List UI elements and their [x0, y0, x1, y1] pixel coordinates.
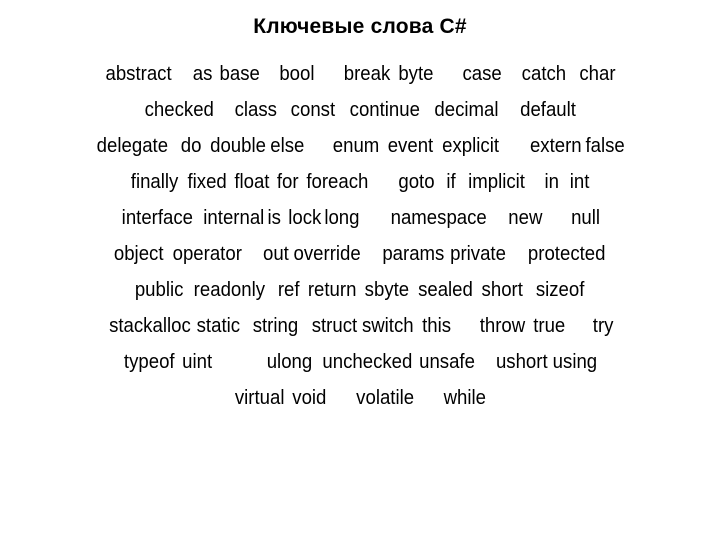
keyword-line-9: typeof uint ulong unchecked unsafe ushort usin…: [0, 344, 720, 380]
keyword-byte: byte: [398, 63, 434, 85]
keyword-line-1: abstract as base bool break byte case catch char: [0, 56, 720, 92]
keyword-break: break: [343, 63, 391, 85]
slide-canvas: Ключевые слова C# abstract as base bool brea…: [0, 0, 720, 540]
keyword-true: true: [532, 315, 565, 337]
keyword-static: static: [196, 315, 240, 337]
keyword-unsafe: unsafe: [419, 351, 475, 373]
keyword-in: in: [544, 171, 559, 193]
keyword-string: string: [252, 315, 299, 337]
keyword-struct: struct: [311, 315, 358, 337]
keyword-line-5: interface internal is lock long namespace new n…: [0, 200, 720, 236]
keyword-int: int: [570, 171, 590, 193]
keyword-delegate: delegate: [96, 135, 168, 157]
keyword-abstract: abstract: [105, 63, 173, 85]
keyword-float: float: [234, 171, 270, 193]
keyword-line-3: delegate do double else enum event explicit ext…: [0, 128, 720, 164]
keyword-ulong: ulong: [266, 351, 313, 373]
keyword-finally: finally: [131, 171, 179, 193]
keyword-void: void: [292, 387, 327, 409]
keyword-decimal: decimal: [434, 99, 499, 121]
keyword-for: for: [276, 171, 299, 193]
keyword-list: abstract as base bool break byte case catch char…: [0, 56, 720, 416]
page-title: Ключевые слова C#: [253, 15, 467, 38]
keyword-case: case: [462, 63, 502, 85]
keyword-override: override: [293, 243, 361, 265]
keyword-null: null: [571, 207, 601, 229]
keyword-namespace: namespace: [390, 207, 487, 229]
keyword-double: double: [209, 135, 266, 157]
keyword-line-10: virtual void volatile while: [0, 380, 720, 416]
keyword-interface: interface: [121, 207, 193, 229]
keyword-event: event: [388, 135, 434, 157]
keyword-checked: checked: [144, 99, 214, 121]
keyword-try: try: [592, 315, 614, 337]
keyword-operator: operator: [172, 243, 243, 265]
keyword-fixed: fixed: [187, 171, 227, 193]
keyword-internal: internal: [202, 207, 264, 229]
keyword-using: using: [552, 351, 597, 373]
keyword-explicit: explicit: [442, 135, 500, 157]
keyword-return: return: [307, 279, 357, 301]
keyword-bool: bool: [279, 63, 315, 85]
keyword-private: private: [449, 243, 506, 265]
keyword-volatile: volatile: [355, 387, 414, 409]
keyword-sizeof: sizeof: [536, 279, 585, 301]
keyword-switch: switch: [361, 315, 414, 337]
keyword-catch: catch: [521, 63, 567, 85]
keyword-continue: continue: [349, 99, 420, 121]
keyword-goto: goto: [398, 171, 435, 193]
keyword-extern: extern: [529, 135, 582, 157]
keyword-params: params: [382, 243, 445, 265]
keyword-readonly: readonly: [193, 279, 265, 301]
keyword-line-4: finally fixed float for foreach goto if implici…: [0, 164, 720, 200]
keyword-sealed: sealed: [417, 279, 473, 301]
keyword-const: const: [290, 99, 335, 121]
keyword-while: while: [443, 387, 486, 409]
keyword-do: do: [181, 135, 202, 157]
keyword-public: public: [135, 279, 184, 301]
keyword-char: char: [579, 63, 616, 85]
keyword-line-6: object operator out override params private pr…: [0, 236, 720, 272]
keyword-short: short: [481, 279, 523, 301]
keyword-enum: enum: [333, 135, 380, 157]
keyword-base: base: [219, 63, 260, 85]
keyword-ushort: ushort: [495, 351, 548, 373]
keyword-foreach: foreach: [306, 171, 369, 193]
keyword-typeof: typeof: [123, 351, 175, 373]
keyword-this: this: [421, 315, 451, 337]
keyword-uint: uint: [182, 351, 213, 373]
keyword-object: object: [113, 243, 164, 265]
keyword-long: long: [324, 207, 360, 229]
keyword-sbyte: sbyte: [364, 279, 410, 301]
keyword-else: else: [269, 135, 305, 157]
keyword-if: if: [446, 171, 456, 193]
keyword-virtual: virtual: [234, 387, 285, 409]
keyword-as: as: [192, 63, 212, 85]
keyword-line-8: stackalloc static string struct switch this th…: [0, 308, 720, 344]
keyword-protected: protected: [527, 243, 606, 265]
keyword-default: default: [520, 99, 577, 121]
keyword-lock: lock: [287, 207, 321, 229]
keyword-out: out: [262, 243, 289, 265]
keyword-ref: ref: [278, 279, 300, 301]
keyword-unchecked: unchecked: [322, 351, 413, 373]
keyword-is: is: [267, 207, 282, 229]
keyword-throw: throw: [479, 315, 525, 337]
keyword-line-2: checked class const continue decimal default: [0, 92, 720, 128]
keyword-stackalloc: stackalloc: [108, 315, 191, 337]
keyword-new: new: [508, 207, 543, 229]
keyword-line-7: public readonly ref return sbyte sealed short s…: [0, 272, 720, 308]
keyword-class: class: [234, 99, 278, 121]
keyword-false: false: [585, 135, 625, 157]
keyword-implicit: implicit: [467, 171, 525, 193]
